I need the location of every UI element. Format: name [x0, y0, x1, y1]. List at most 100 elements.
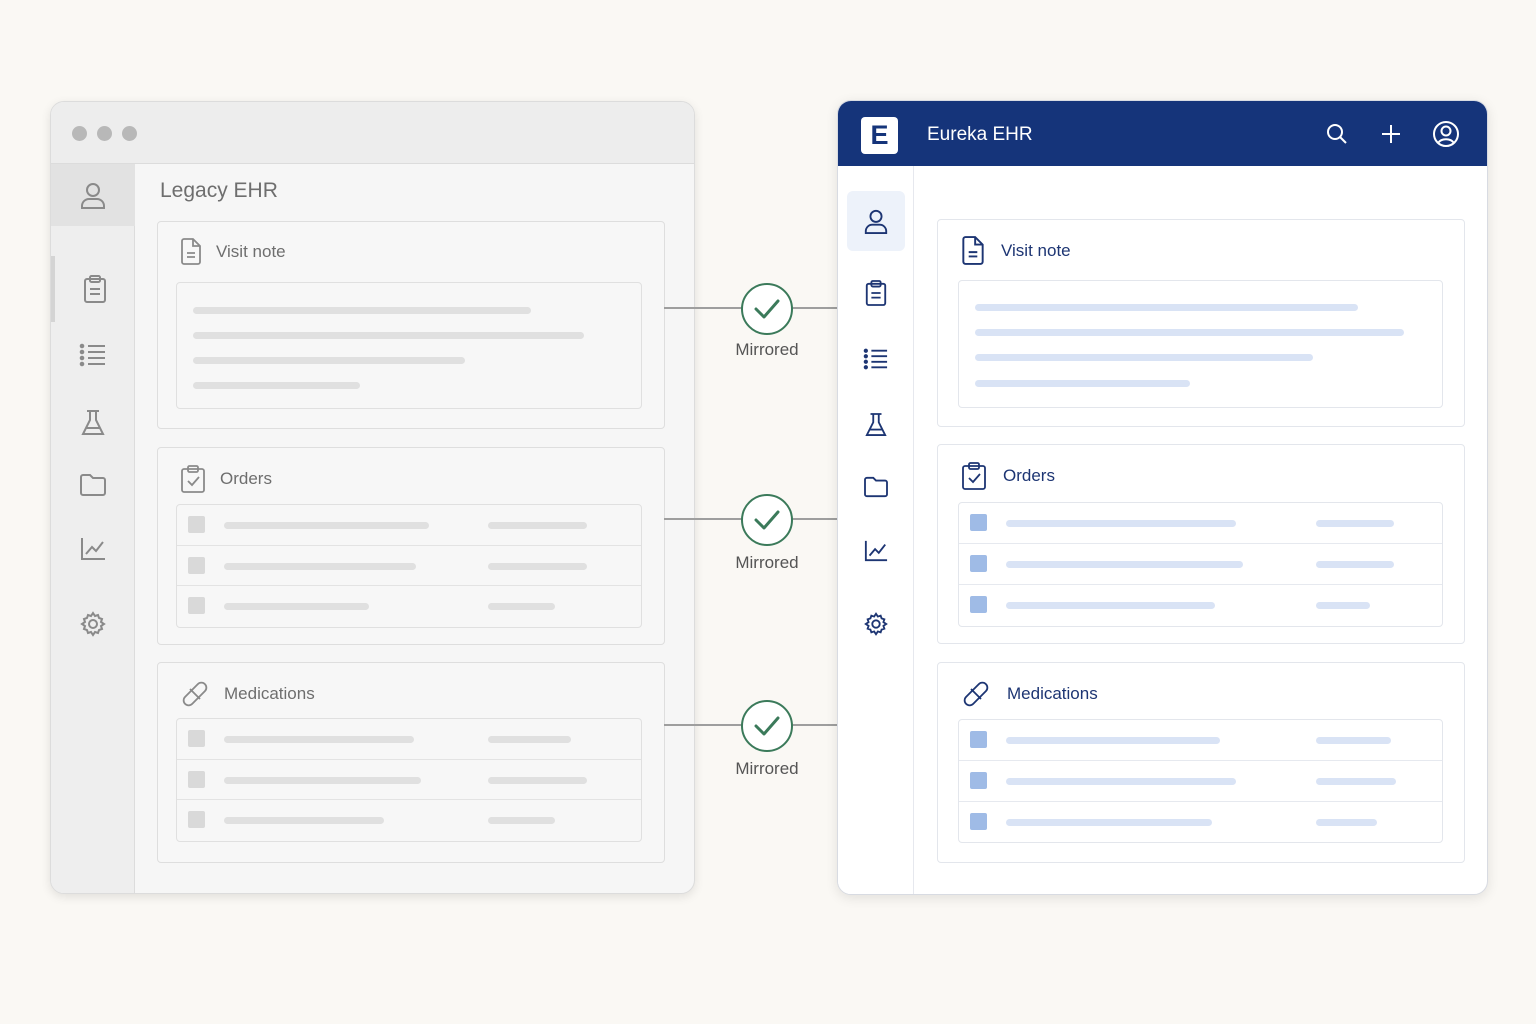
mirrored-badge-visit-note — [741, 283, 793, 335]
legacy-visit-note-card: Visit note — [157, 221, 665, 429]
eureka-sidebar-documents[interactable] — [847, 457, 905, 517]
eureka-logo[interactable]: E — [861, 117, 898, 154]
eureka-brand-name: Eureka EHR — [927, 124, 1033, 145]
mirrored-badge-medications — [741, 700, 793, 752]
legacy-sidebar-orders[interactable] — [51, 256, 135, 322]
legacy-sidebar-charts[interactable] — [51, 518, 135, 580]
legacy-sidebar-documents[interactable] — [51, 454, 135, 516]
gear-icon — [80, 611, 106, 637]
add-button[interactable] — [1377, 120, 1405, 148]
eureka-sidebar-labs[interactable] — [847, 395, 905, 455]
eureka-sidebar-orders[interactable] — [847, 263, 905, 323]
plus-icon — [1382, 125, 1400, 143]
eureka-header: E Eureka EHR — [838, 101, 1487, 166]
eureka-sidebar-patient[interactable] — [847, 191, 905, 251]
legacy-orders-card: Orders — [157, 447, 665, 645]
account-button[interactable] — [1432, 120, 1460, 148]
legacy-sidebar-labs[interactable] — [51, 392, 135, 454]
row-checkbox[interactable] — [188, 516, 205, 533]
row-checkbox[interactable] — [188, 730, 205, 747]
user-icon — [864, 209, 888, 234]
row-checkbox[interactable] — [188, 597, 205, 614]
legacy-visit-note-body — [176, 282, 642, 409]
window-maximize-dot[interactable] — [122, 126, 137, 141]
table-row[interactable] — [959, 585, 1442, 626]
legacy-sidebar — [51, 164, 135, 893]
table-row[interactable] — [959, 720, 1442, 761]
table-row[interactable] — [177, 719, 641, 760]
folder-icon — [864, 476, 888, 498]
row-checkbox[interactable] — [188, 811, 205, 828]
legacy-visit-note-label: Visit note — [216, 241, 286, 261]
legacy-medications-table — [176, 718, 642, 842]
table-row[interactable] — [959, 503, 1442, 544]
eureka-ehr-window: E Eureka EHR Visit note Orders Medicatio… — [837, 100, 1488, 895]
table-row[interactable] — [177, 800, 641, 841]
row-checkbox[interactable] — [970, 596, 987, 613]
flask-icon — [865, 413, 887, 436]
row-checkbox[interactable] — [970, 731, 987, 748]
eureka-orders-label: Orders — [1003, 466, 1055, 485]
check-icon — [754, 299, 780, 319]
eureka-orders-table — [958, 502, 1443, 627]
gear-icon — [864, 612, 888, 636]
table-row[interactable] — [177, 586, 641, 627]
pill-icon — [182, 681, 208, 707]
table-row[interactable] — [959, 544, 1442, 585]
row-checkbox[interactable] — [188, 770, 205, 788]
eureka-medications-card: Medications — [937, 662, 1465, 863]
list-icon — [863, 348, 888, 370]
legacy-sidebar-problems[interactable] — [51, 324, 135, 386]
table-row[interactable] — [959, 802, 1442, 843]
pill-icon — [963, 681, 989, 707]
eureka-sidebar-charts[interactable] — [847, 521, 905, 581]
eureka-visit-note-label: Visit note — [1001, 240, 1071, 260]
user-icon — [81, 183, 105, 209]
table-row[interactable] — [177, 760, 641, 800]
flask-icon — [81, 410, 105, 435]
row-checkbox[interactable] — [970, 514, 987, 531]
eureka-sidebar-problems[interactable] — [847, 329, 905, 389]
row-checkbox[interactable] — [970, 555, 987, 572]
table-row[interactable] — [177, 546, 641, 586]
legacy-sidebar-settings[interactable] — [51, 593, 135, 655]
clipboard-check-icon — [962, 462, 986, 490]
eureka-sidebar-settings[interactable] — [847, 594, 905, 654]
search-button[interactable] — [1323, 120, 1351, 148]
search-icon — [1327, 124, 1347, 144]
legacy-app-title: Legacy EHR — [160, 179, 278, 202]
document-icon — [181, 238, 201, 265]
clipboard-icon — [84, 275, 106, 303]
eureka-medications-table — [958, 719, 1443, 843]
legacy-medications-label: Medications — [224, 684, 315, 703]
document-icon — [962, 236, 984, 265]
legacy-titlebar — [51, 102, 694, 164]
table-row[interactable] — [959, 761, 1442, 802]
row-checkbox[interactable] — [970, 813, 987, 830]
clipboard-icon — [865, 280, 887, 306]
legacy-medications-card: Medications — [157, 662, 665, 863]
row-checkbox[interactable] — [188, 556, 205, 574]
list-icon — [79, 343, 105, 367]
check-icon — [754, 716, 780, 736]
legacy-ehr-window: Legacy EHR Visit note Orders Medications — [50, 101, 695, 894]
account-icon — [1433, 121, 1459, 147]
mirrored-label-medications: Mirrored — [735, 759, 799, 778]
eureka-visit-note-card: Visit note — [937, 219, 1465, 427]
chart-icon — [864, 540, 888, 562]
clipboard-check-icon — [181, 465, 205, 493]
eureka-sidebar — [838, 166, 914, 894]
row-checkbox[interactable] — [970, 772, 987, 789]
eureka-medications-label: Medications — [1007, 684, 1098, 703]
window-close-dot[interactable] — [72, 126, 87, 141]
mirrored-label-visit-note: Mirrored — [735, 340, 799, 359]
window-minimize-dot[interactable] — [97, 126, 112, 141]
eureka-orders-card: Orders — [937, 444, 1465, 644]
legacy-orders-table — [176, 504, 642, 628]
table-row[interactable] — [177, 505, 641, 546]
mirrored-badge-orders — [741, 494, 793, 546]
check-icon — [754, 510, 780, 530]
eureka-visit-note-body — [958, 280, 1443, 408]
legacy-sidebar-patient[interactable] — [51, 164, 135, 226]
legacy-orders-label: Orders — [220, 469, 272, 488]
